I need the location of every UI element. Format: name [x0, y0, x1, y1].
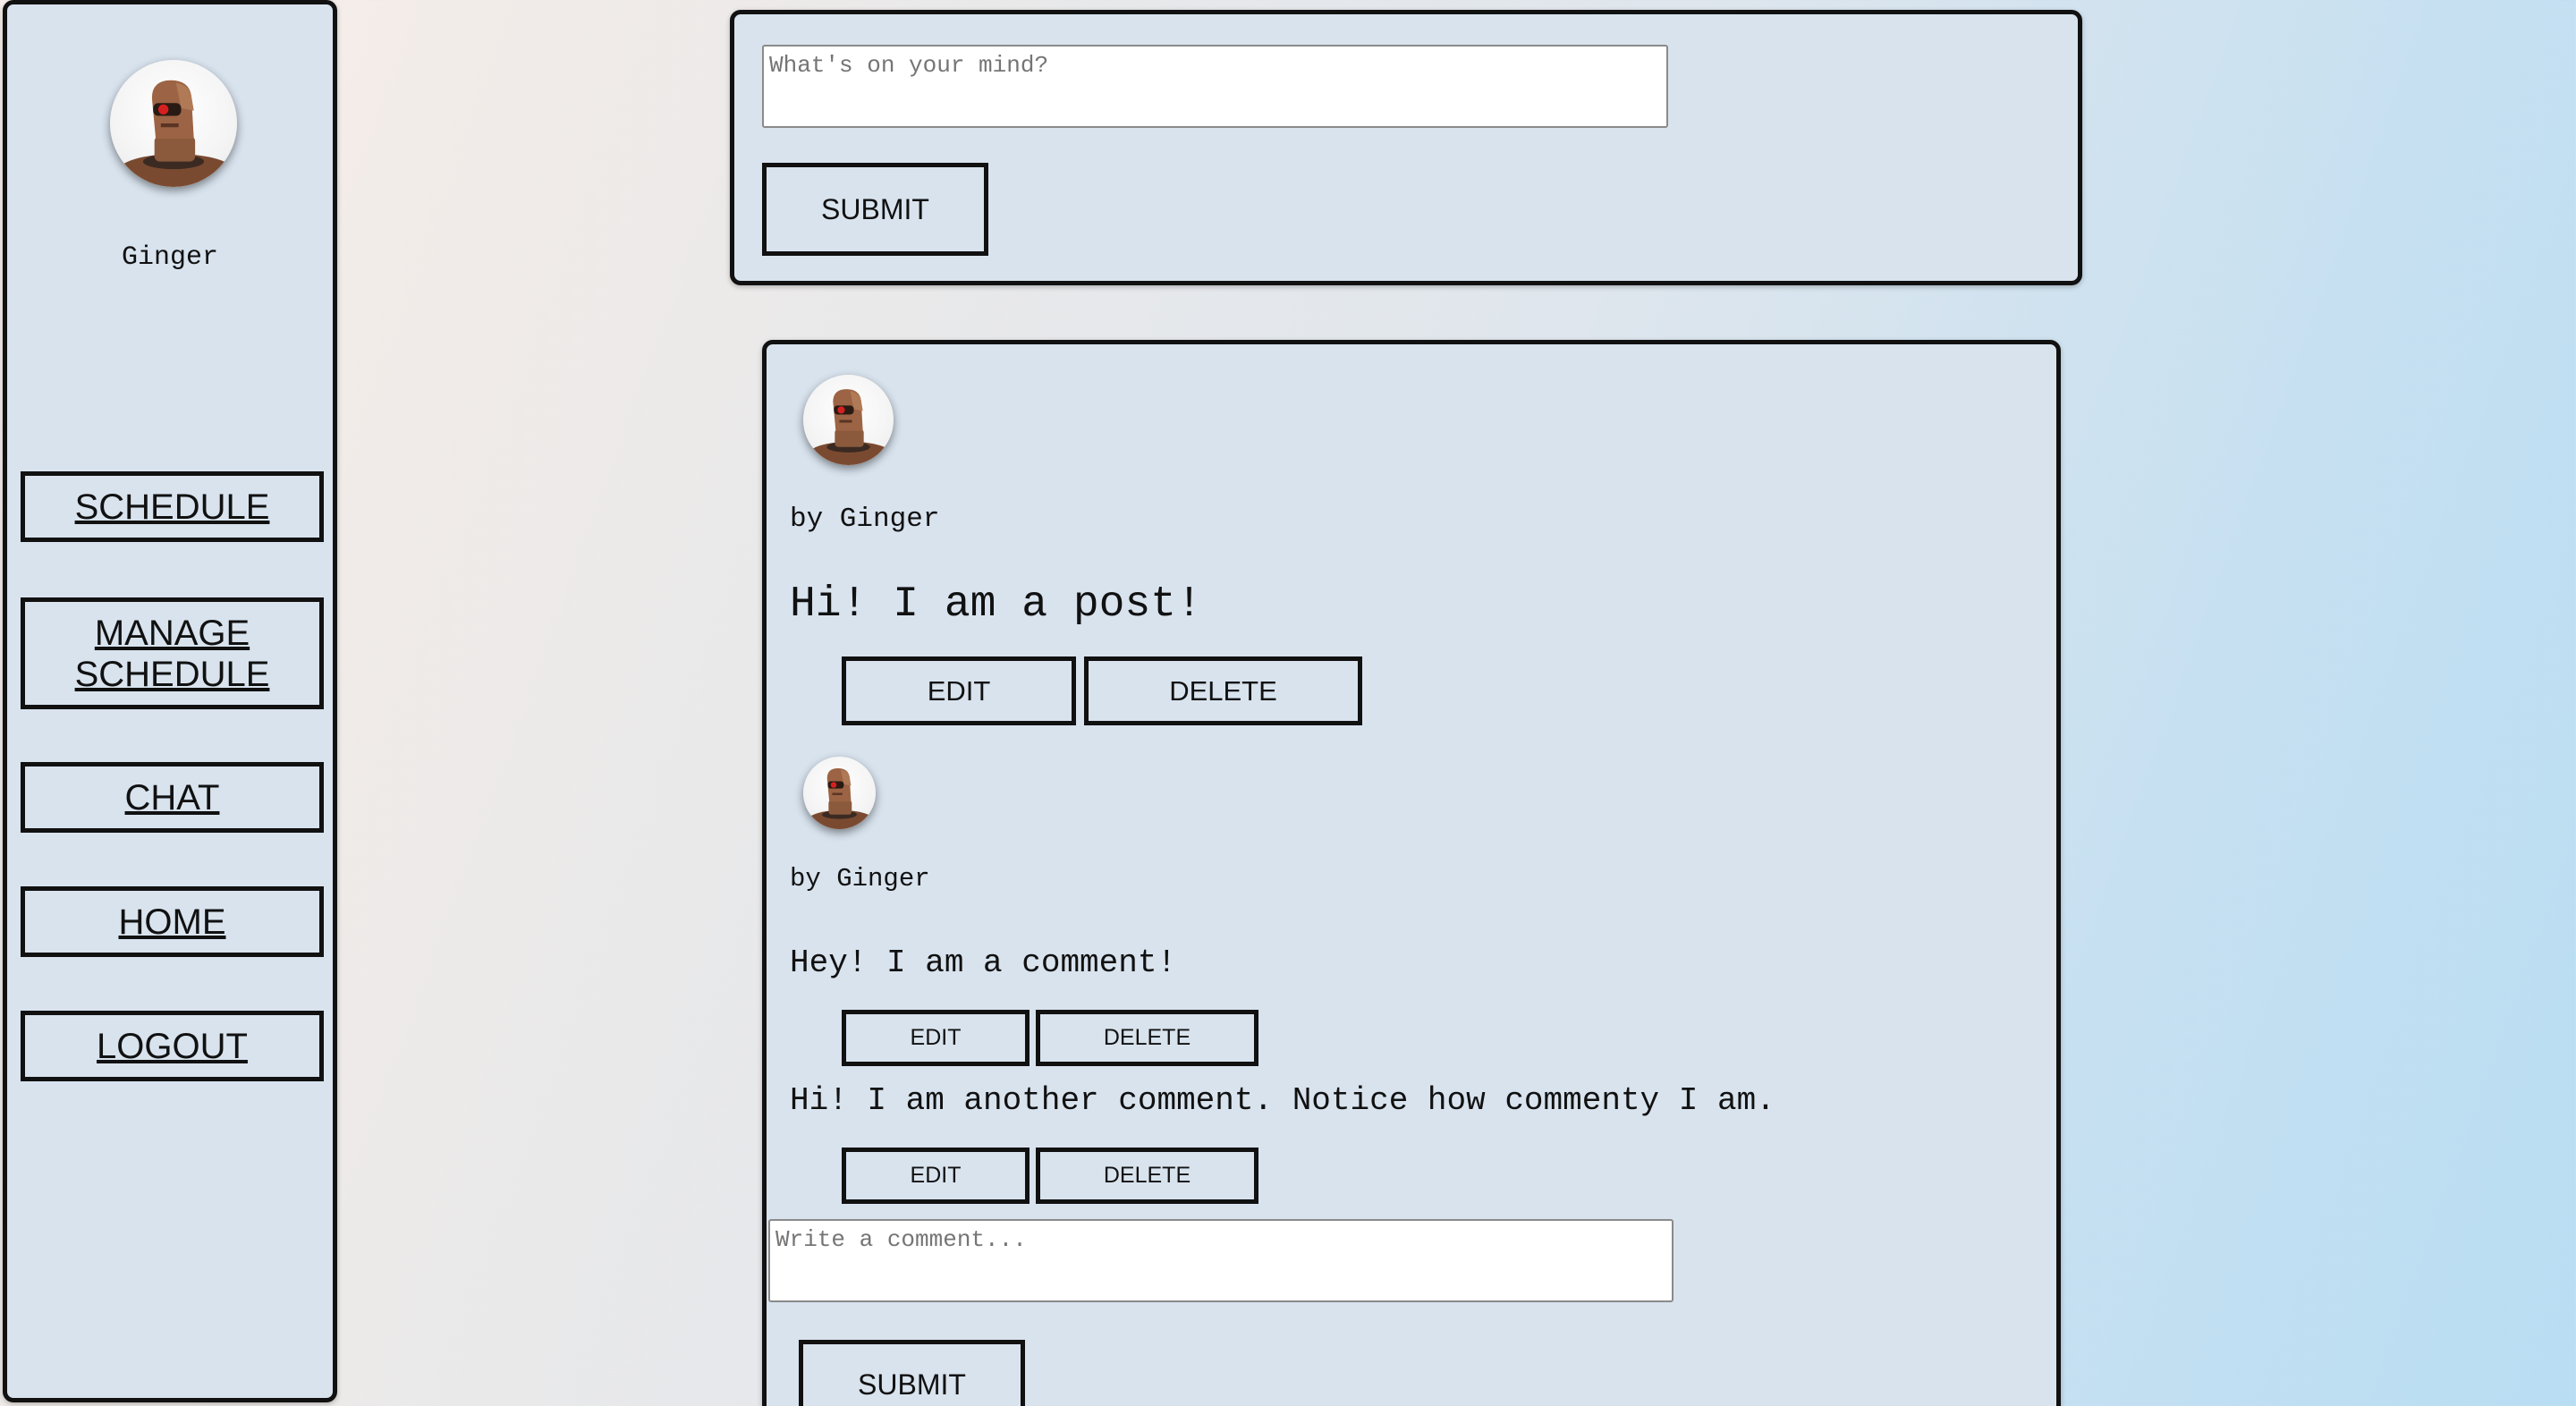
comment-text: Hi! I am another comment. Notice how com… — [790, 1082, 1775, 1119]
post-input[interactable] — [762, 45, 1668, 128]
post-byline: by Ginger — [790, 504, 940, 535]
robot-avatar-icon — [803, 757, 876, 829]
comment-delete-button[interactable]: DELETE — [1036, 1148, 1258, 1204]
comment-byline: by Ginger — [790, 864, 930, 894]
comment-input[interactable] — [768, 1219, 1674, 1302]
nav-home-button[interactable]: HOME — [21, 886, 324, 957]
post-submit-button[interactable]: SUBMIT — [762, 163, 988, 256]
nav-manage-schedule-button[interactable]: MANAGE SCHEDULE — [21, 597, 324, 709]
post-edit-button[interactable]: EDIT — [842, 656, 1076, 725]
comment-text: Hey! I am a comment! — [790, 944, 1177, 981]
nav-chat-button[interactable]: CHAT — [21, 762, 324, 833]
nav-schedule-button[interactable]: SCHEDULE — [21, 471, 324, 542]
sidebar: Ginger SCHEDULE MANAGE SCHEDULE CHAT HOM… — [3, 0, 337, 1402]
profile-avatar — [110, 60, 237, 187]
comment-edit-button[interactable]: EDIT — [842, 1010, 1030, 1066]
comment-delete-button[interactable]: DELETE — [1036, 1010, 1258, 1066]
nav-logout-button[interactable]: LOGOUT — [21, 1011, 324, 1081]
post-author-avatar — [803, 375, 894, 465]
post-body: Hi! I am a post! — [790, 580, 1202, 629]
post-card: by Ginger Hi! I am a post! EDIT DELETE b… — [762, 340, 2061, 1406]
robot-avatar-icon — [110, 60, 237, 187]
comment-edit-button[interactable]: EDIT — [842, 1148, 1030, 1204]
robot-avatar-icon — [803, 375, 894, 465]
post-composer: SUBMIT — [730, 10, 2082, 285]
profile-name: Ginger — [121, 242, 219, 273]
post-delete-button[interactable]: DELETE — [1084, 656, 1362, 725]
comment-submit-button[interactable]: SUBMIT — [799, 1340, 1025, 1406]
comment-author-avatar — [803, 757, 876, 829]
